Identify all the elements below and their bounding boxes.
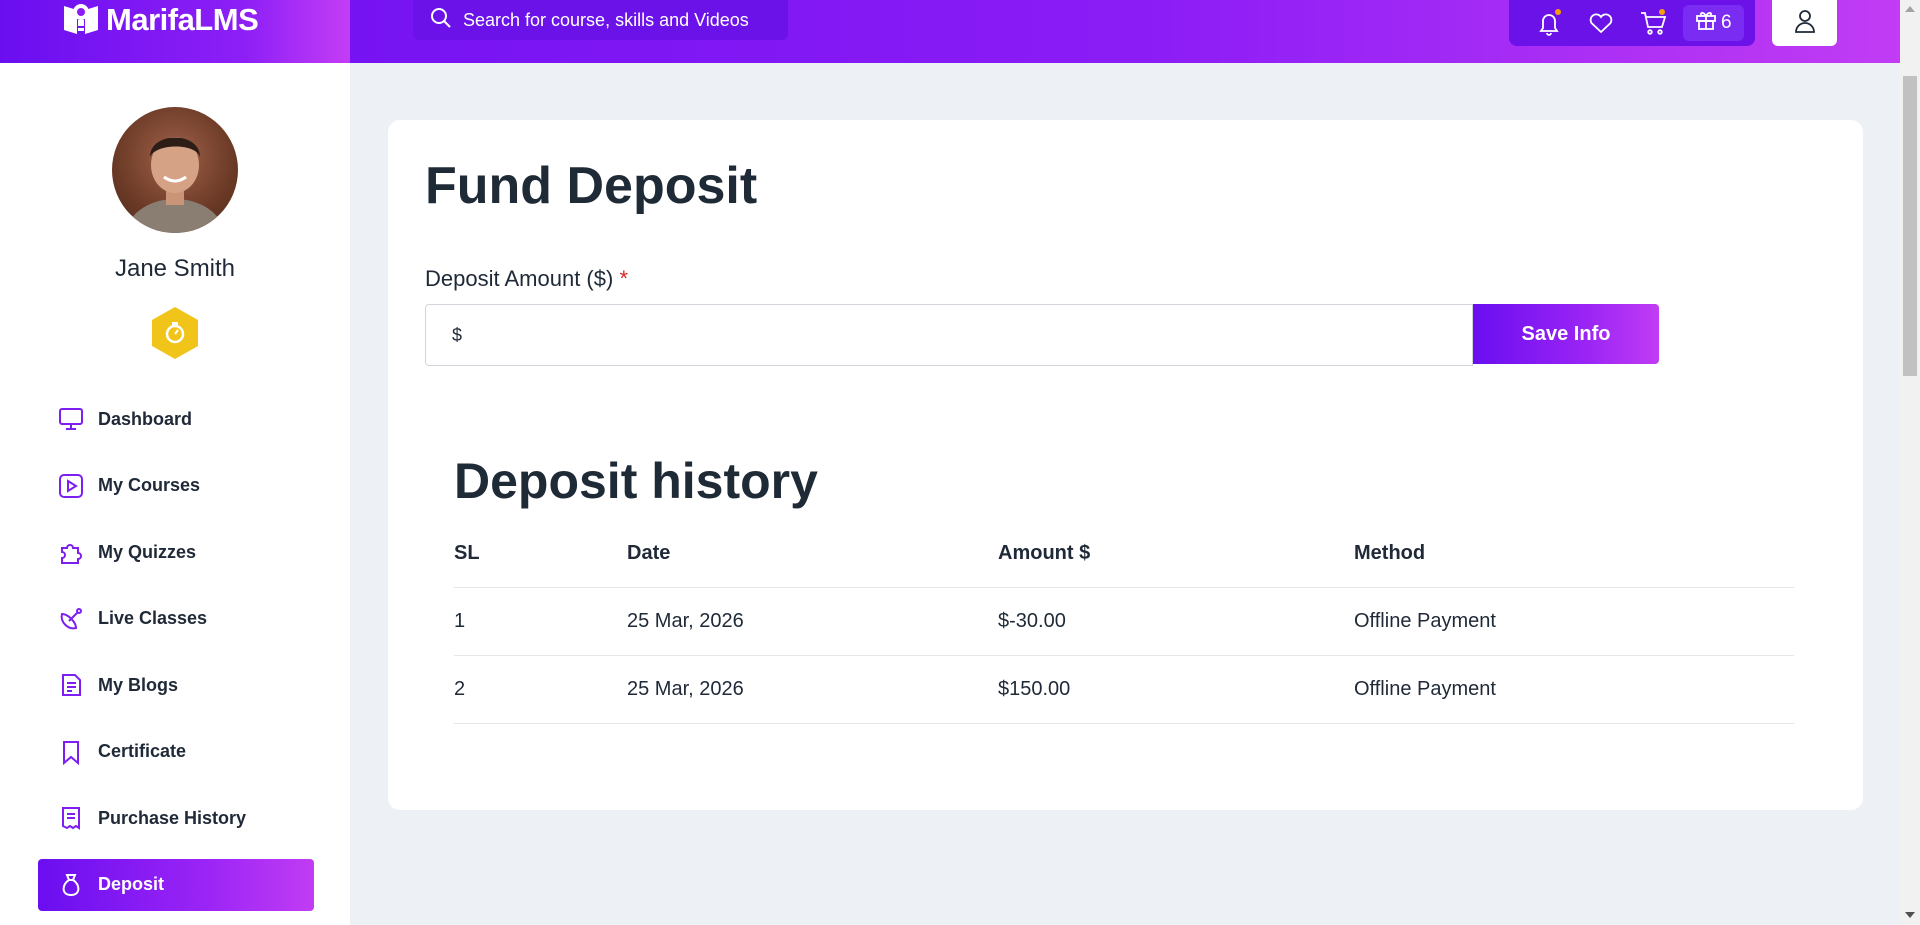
sidebar-item-label: Live Classes	[98, 608, 208, 628]
document-icon	[62, 674, 81, 696]
scroll-up-arrow-icon[interactable]	[1905, 6, 1915, 12]
cell-method: Offline Payment	[1354, 587, 1794, 656]
deposit-history-table: SL Date Amount $ Method 1 25 Mar, 2026 $…	[454, 520, 1794, 724]
notification-dot	[1555, 9, 1561, 15]
bookmark-icon	[63, 740, 79, 765]
gift-icon	[1695, 9, 1717, 37]
cart-icon[interactable]	[1637, 7, 1669, 39]
bulb-book-icon	[62, 0, 100, 40]
table-row: 2 25 Mar, 2026 $150.00 Offline Payment	[454, 655, 1794, 724]
cell-sl: 2	[454, 655, 627, 724]
deposit-card: Fund Deposit Deposit Amount ($) * Save I…	[388, 120, 1863, 810]
search-input[interactable]	[463, 9, 763, 31]
column-header-method: Method	[1354, 520, 1794, 588]
cell-method: Offline Payment	[1354, 655, 1794, 724]
avatar[interactable]	[112, 107, 238, 233]
user-icon	[1792, 8, 1818, 39]
sidebar-item-live-classes[interactable]: Live Classes	[38, 593, 314, 645]
sidebar-item-label: Dashboard	[98, 408, 193, 429]
monitor-icon	[59, 408, 83, 430]
cell-sl: 1	[454, 587, 627, 656]
sidebar-nav: Dashboard My Courses My Quizzes Live Cla…	[38, 393, 314, 925]
sidebar-item-certificate[interactable]: Certificate	[38, 726, 314, 778]
cell-amount: $150.00	[998, 655, 1354, 724]
deposit-history-title: Deposit history	[454, 453, 818, 509]
cell-date: 25 Mar, 2026	[627, 587, 998, 656]
sidebar-item-label: My Blogs	[98, 674, 179, 695]
column-header-sl: SL	[454, 520, 627, 588]
badge-icon	[150, 306, 200, 360]
gift-button[interactable]: 6	[1683, 5, 1744, 41]
header-icon-group: 6	[1509, 0, 1755, 46]
sidebar-item-my-blogs[interactable]: My Blogs	[38, 659, 314, 711]
bell-icon[interactable]	[1533, 7, 1565, 39]
brand-logo[interactable]: MarifaLMS	[62, 0, 259, 40]
puzzle-icon	[61, 544, 82, 564]
scroll-down-arrow-icon[interactable]	[1905, 912, 1915, 918]
sidebar-item-deposit[interactable]: Deposit	[38, 858, 314, 911]
sidebar-item-label: My Courses	[98, 475, 201, 495]
table-header-row: SL Date Amount $ Method	[454, 520, 1794, 588]
table-row: 1 25 Mar, 2026 $-30.00 Offline Payment	[454, 587, 1794, 656]
page-title: Fund Deposit	[425, 157, 758, 215]
deposit-amount-input[interactable]	[425, 304, 1473, 366]
sidebar-item-purchase-history[interactable]: Purchase History	[38, 792, 314, 844]
heart-icon[interactable]	[1585, 7, 1617, 39]
sidebar-item-my-quizzes[interactable]: My Quizzes	[38, 526, 314, 578]
cell-amount: $-30.00	[998, 587, 1354, 656]
user-name: Jane Smith	[114, 255, 236, 282]
deposit-amount-label-text: Deposit Amount ($)	[425, 266, 614, 291]
column-header-amount: Amount $	[998, 520, 1354, 588]
sidebar-item-dashboard[interactable]: Dashboard	[38, 393, 314, 445]
sidebar-item-label: Deposit	[98, 874, 165, 894]
required-mark: *	[619, 266, 628, 291]
brand-name: MarifaLMS	[106, 2, 259, 37]
cart-dot	[1659, 9, 1665, 15]
logo-area: MarifaLMS	[0, 0, 350, 63]
sidebar-item-label: My Quizzes	[98, 541, 197, 562]
sidebar-item-label: Purchase History	[98, 807, 247, 828]
receipt-icon	[62, 807, 80, 830]
money-bag-icon	[62, 873, 80, 896]
sidebar: Jane Smith Dashboard My Courses My Quizz…	[0, 63, 350, 925]
cell-date: 25 Mar, 2026	[627, 655, 998, 724]
user-menu-button[interactable]	[1772, 0, 1837, 46]
scrollbar-thumb[interactable]	[1903, 76, 1917, 376]
top-bar: MarifaLMS 6	[0, 0, 1900, 63]
save-info-button[interactable]: Save Info	[1473, 304, 1659, 364]
column-header-date: Date	[627, 520, 998, 588]
sidebar-item-label: Certificate	[98, 741, 187, 761]
satellite-dish-icon	[60, 607, 82, 629]
gift-count: 6	[1721, 12, 1732, 33]
search-bar	[413, 0, 788, 40]
search-icon	[429, 6, 453, 35]
page-scrollbar[interactable]	[1900, 0, 1920, 925]
play-square-icon	[59, 473, 83, 498]
deposit-amount-label: Deposit Amount ($) *	[425, 266, 628, 292]
sidebar-item-my-courses[interactable]: My Courses	[38, 460, 314, 512]
